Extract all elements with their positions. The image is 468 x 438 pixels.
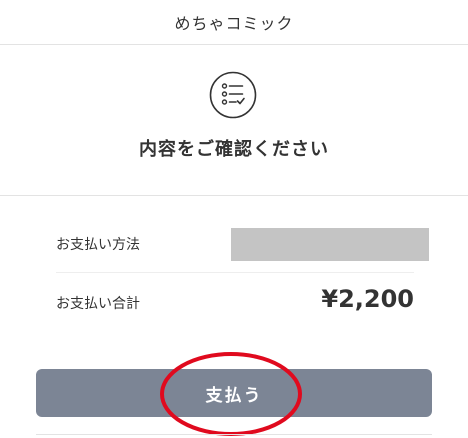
pay-button[interactable]: 支払う xyxy=(36,369,432,417)
app-header: めちゃコミック xyxy=(0,0,468,45)
section-divider xyxy=(0,195,468,196)
checklist-icon xyxy=(209,71,257,119)
bottom-divider xyxy=(36,434,432,435)
purchase-confirmation-page: めちゃコミック 内容をご確認ください お支払い方法 お支払い合計 ¥2,200 … xyxy=(0,0,468,438)
confirm-heading: 内容をご確認ください xyxy=(139,139,329,160)
app-title: めちゃコミック xyxy=(174,14,294,33)
payment-total-amount: ¥2,200 xyxy=(321,285,414,313)
row-divider xyxy=(56,272,414,273)
payment-total-label: お支払い合計 xyxy=(56,296,140,312)
payment-method-label: お支払い方法 xyxy=(56,237,140,253)
payment-method-value-redacted xyxy=(231,228,429,261)
